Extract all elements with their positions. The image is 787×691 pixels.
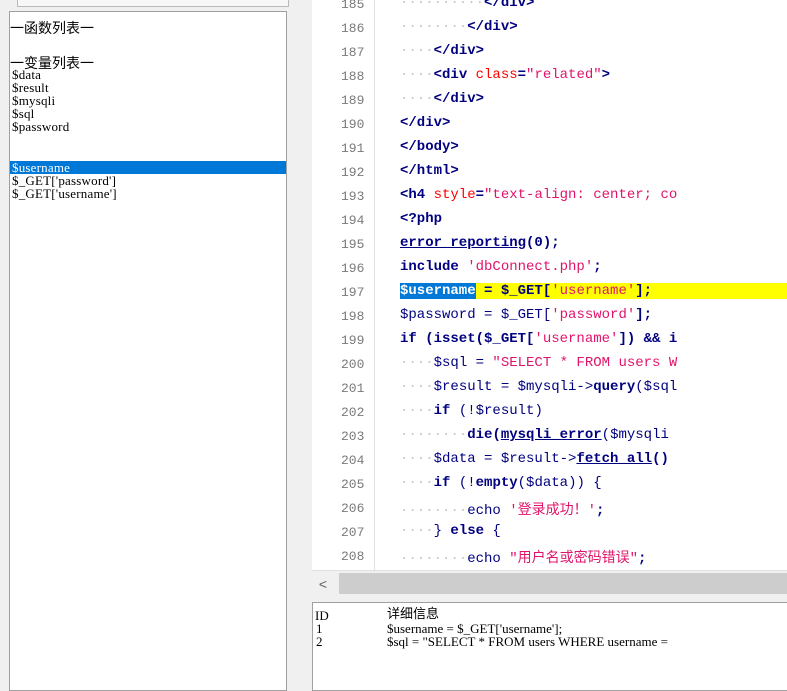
horizontal-scrollbar[interactable]: < [312, 570, 787, 596]
code-line: ····} else { [400, 523, 501, 539]
code-line: ····$result = $mysqli->query($sql [400, 379, 678, 395]
line-number: 196 [341, 261, 365, 276]
panel-splitter[interactable] [292, 0, 312, 691]
code-line: <h4 style="text-align: center; co [400, 187, 678, 203]
line-number: 206 [341, 501, 365, 516]
code-line: ····$sql = "SELECT * FROM users W [400, 355, 678, 371]
line-number: 208 [341, 549, 365, 564]
code-line: ····if (!empty($data)) { [400, 475, 602, 491]
line-number: 194 [341, 213, 365, 228]
detail-panel[interactable]: ID 详细信息 1 $username = $_GET['username'];… [312, 602, 787, 691]
detail-col-info-header: 详细信息 [387, 607, 440, 622]
code-line: ········die(mysqli_error($mysqli [400, 427, 669, 443]
line-number: 200 [341, 357, 365, 372]
line-number: 197 [341, 285, 365, 300]
line-number: 191 [341, 141, 365, 156]
symbol-list-panel[interactable]: 一函数列表一 一变量列表一 $data $result $mysqli $sql… [9, 11, 287, 691]
line-number: 207 [341, 525, 365, 540]
code-line: ··········</div> [400, 0, 535, 11]
detail-row-info[interactable]: $sql = "SELECT * FROM users WHERE userna… [387, 635, 668, 648]
line-number: 187 [341, 45, 365, 60]
code-line: include 'dbConnect.php'; [400, 259, 602, 275]
code-line-highlighted: $username = $_GET['username']; [400, 283, 787, 299]
left-top-input[interactable] [17, 0, 289, 7]
functions-list-header: 一函数列表一 [10, 21, 94, 37]
line-number: 190 [341, 117, 365, 132]
line-number: 188 [341, 69, 365, 84]
code-line: error_reporting(0); [400, 235, 560, 251]
line-number: 201 [341, 381, 365, 396]
code-line: ····$data = $result->fetch_all() [400, 451, 669, 467]
scrollbar-thumb[interactable] [339, 573, 787, 594]
code-line: $password = $_GET['password']; [400, 307, 653, 323]
line-number: 204 [341, 453, 365, 468]
gutter-divider [374, 0, 375, 570]
code-editor[interactable]: 185 186 187 188 189 190 191 192 193 194 … [312, 0, 787, 570]
line-number: 198 [341, 309, 365, 324]
code-line: </html> [400, 163, 459, 179]
code-line: <?php [400, 211, 443, 227]
code-line: </body> [400, 139, 459, 155]
code-line: ········echo "用户名或密码错误"; [400, 551, 647, 567]
line-number: 193 [341, 189, 365, 204]
line-number: 202 [341, 405, 365, 420]
code-line: </div> [400, 115, 451, 131]
code-line: ········echo '登录成功！'; [400, 503, 605, 519]
code-line: ····if (!$result) [400, 403, 543, 419]
line-number: 192 [341, 165, 365, 180]
code-line: ····<div class="related"> [400, 67, 611, 83]
code-line: ····</div> [400, 91, 485, 107]
scroll-left-arrow-icon[interactable]: < [314, 575, 332, 593]
line-number: 185 [341, 0, 365, 12]
code-line: ····</div> [400, 43, 485, 59]
line-number: 186 [341, 21, 365, 36]
line-number: 189 [341, 93, 365, 108]
code-line: if (isset($_GET['username']) && i [400, 331, 678, 347]
variable-item[interactable]: $password [12, 120, 69, 133]
code-line: ········</div> [400, 19, 518, 35]
line-number: 203 [341, 429, 365, 444]
variable-item[interactable]: $_GET['username'] [12, 187, 117, 200]
line-number: 199 [341, 333, 365, 348]
detail-row-id: 2 [316, 634, 323, 649]
line-number: 195 [341, 237, 365, 252]
line-number: 205 [341, 477, 365, 492]
